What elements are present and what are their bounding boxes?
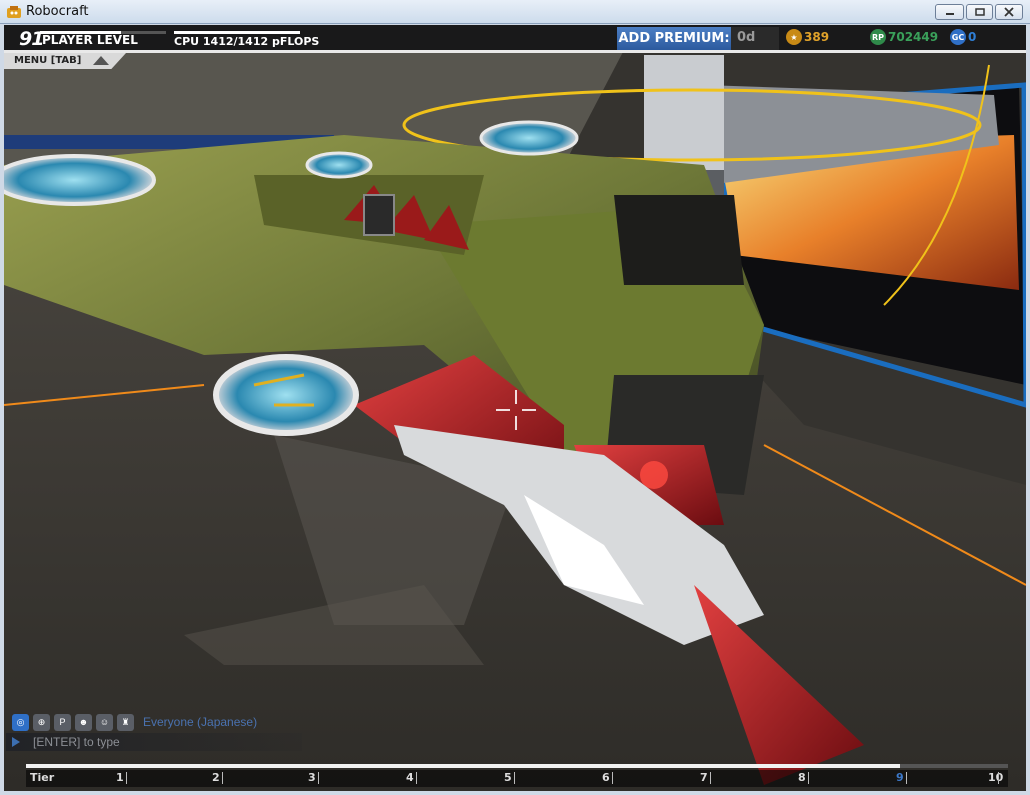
friends-icon[interactable]: ☻ xyxy=(75,713,92,731)
player-level-label: PLAYER LEVEL xyxy=(42,33,138,47)
robocraft-app-icon xyxy=(7,6,21,18)
window-titlebar: Robocraft xyxy=(0,0,1030,24)
menu-arrow-icon xyxy=(93,56,109,65)
tier-tick xyxy=(998,772,999,784)
party-icon[interactable]: P xyxy=(54,713,71,731)
robits-value: 702449 xyxy=(888,30,939,44)
galaxy-coins-counter: GC 0 xyxy=(950,27,976,47)
galaxy-coins-icon: GC xyxy=(950,29,966,45)
tech-points-icon: ★ xyxy=(786,29,802,45)
galaxy-coins-value: 0 xyxy=(968,30,977,44)
friend-add-icon[interactable]: ☺ xyxy=(96,713,113,731)
tier-tick xyxy=(416,772,417,784)
player-level-number: 91 xyxy=(19,28,44,50)
robits-counter: RP 702449 xyxy=(870,27,938,47)
clan-icon[interactable]: ♜ xyxy=(117,713,134,731)
tier-tick xyxy=(906,772,907,784)
tier-number: 7 xyxy=(700,771,708,784)
maximize-button[interactable] xyxy=(966,4,993,20)
tier-number: 10 xyxy=(988,771,1004,784)
add-premium-button[interactable]: ADD PREMIUM: xyxy=(617,27,731,50)
tier-number: 6 xyxy=(602,771,610,784)
close-icon xyxy=(1004,7,1014,17)
tier-number: 9 xyxy=(896,771,904,784)
maximize-icon xyxy=(974,8,985,16)
chat-placeholder: [ENTER] to type xyxy=(33,735,120,749)
tier-tick xyxy=(222,772,223,784)
tier-tick xyxy=(126,772,127,784)
tier-number: 3 xyxy=(308,771,316,784)
tier-number: 5 xyxy=(504,771,512,784)
crosshair-icon xyxy=(496,390,536,430)
robits-icon: RP xyxy=(870,29,886,45)
chat-arrow-icon xyxy=(12,737,20,747)
globe-icon[interactable]: ◎ xyxy=(12,713,29,731)
cpu-readout: CPU 1412/1412 pFLOPS xyxy=(174,35,320,48)
chat-channel-label[interactable]: Everyone (Japanese) xyxy=(143,715,257,729)
tier-number: 1 xyxy=(116,771,124,784)
premium-days: 0d xyxy=(731,27,779,50)
tier-tick xyxy=(612,772,613,784)
tier-label: Tier xyxy=(30,771,55,784)
globe-alt-icon[interactable]: ⊕ xyxy=(33,713,50,731)
tier-progress-bar xyxy=(26,764,1008,768)
tier-number: 8 xyxy=(798,771,806,784)
window-title: Robocraft xyxy=(26,4,89,19)
tech-points-counter: ★ 389 xyxy=(786,27,829,47)
tier-progress-fill xyxy=(26,764,900,768)
tier-tick xyxy=(514,772,515,784)
tier-number: 2 xyxy=(212,771,220,784)
tier-number: 4 xyxy=(406,771,414,784)
tech-points-value: 389 xyxy=(804,30,830,44)
minimize-icon xyxy=(945,13,954,15)
close-button[interactable] xyxy=(995,4,1023,20)
minimize-button[interactable] xyxy=(935,4,964,20)
tier-tick xyxy=(318,772,319,784)
tier-tick xyxy=(808,772,809,784)
cpu-bar xyxy=(174,31,300,34)
tier-bar-base xyxy=(26,770,1008,787)
tier-tick xyxy=(710,772,711,784)
top-hud-underline xyxy=(4,50,1026,53)
chat-channel-icons: ◎ ⊕ P ☻ ☺ ♜ xyxy=(12,712,134,732)
